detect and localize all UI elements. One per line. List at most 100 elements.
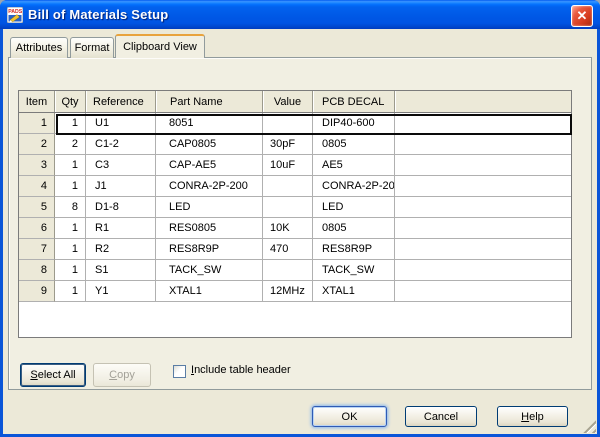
cell-filler[interactable] (395, 134, 571, 155)
cell-filler[interactable] (395, 155, 571, 176)
cell-part_name[interactable]: 8051 (156, 113, 263, 134)
tab-format-label: Format (75, 42, 110, 54)
cell-qty[interactable]: 1 (55, 155, 86, 176)
column-header-pcb-decal[interactable]: PCB DECAL (313, 91, 395, 112)
cell-reference[interactable]: U1 (86, 113, 156, 134)
tab-attributes-label: Attributes (16, 42, 62, 54)
cell-reference[interactable]: C3 (86, 155, 156, 176)
cell-item[interactable]: 8 (19, 260, 55, 281)
cell-reference[interactable]: S1 (86, 260, 156, 281)
cell-qty[interactable]: 1 (55, 113, 86, 134)
cell-part_name[interactable]: CONRA-2P-200 (156, 176, 263, 197)
cell-value[interactable] (263, 197, 313, 218)
cell-reference[interactable]: D1-8 (86, 197, 156, 218)
cell-value[interactable] (263, 260, 313, 281)
table-row[interactable]: 71R2RES8R9P470RES8R9P (19, 239, 571, 260)
table-header-row: Item Qty Reference Part Name Value PCB D… (19, 91, 571, 113)
bom-table: Item Qty Reference Part Name Value PCB D… (18, 90, 572, 338)
ok-button[interactable]: OK (312, 406, 387, 427)
cell-qty[interactable]: 2 (55, 134, 86, 155)
cell-reference[interactable]: R2 (86, 239, 156, 260)
cell-qty[interactable]: 8 (55, 197, 86, 218)
cell-item[interactable]: 6 (19, 218, 55, 239)
cell-reference[interactable]: J1 (86, 176, 156, 197)
select-all-button[interactable]: Select All (20, 363, 86, 387)
table-row[interactable]: 91Y1XTAL112MHzXTAL1 (19, 281, 571, 302)
column-header-reference[interactable]: Reference (86, 91, 156, 112)
include-table-header-checkbox[interactable] (173, 365, 186, 378)
copy-button[interactable]: Copy (93, 363, 151, 387)
cell-filler[interactable] (395, 281, 571, 302)
cell-item[interactable]: 2 (19, 134, 55, 155)
svg-text:PADS: PADS (8, 9, 23, 15)
table-row[interactable]: 81S1TACK_SWTACK_SW (19, 260, 571, 281)
cell-item[interactable]: 5 (19, 197, 55, 218)
cell-value[interactable] (263, 176, 313, 197)
cell-part_name[interactable]: RES0805 (156, 218, 263, 239)
cell-filler[interactable] (395, 260, 571, 281)
cell-reference[interactable]: R1 (86, 218, 156, 239)
cell-pcb_decal[interactable]: TACK_SW (313, 260, 395, 281)
table-row[interactable]: 41J1CONRA-2P-200CONRA-2P-200 (19, 176, 571, 197)
cell-pcb_decal[interactable]: RES8R9P (313, 239, 395, 260)
cell-item[interactable]: 3 (19, 155, 55, 176)
cell-value[interactable]: 12MHz (263, 281, 313, 302)
cell-pcb_decal[interactable]: CONRA-2P-200 (313, 176, 395, 197)
cell-qty[interactable]: 1 (55, 281, 86, 302)
cell-part_name[interactable]: CAP-AE5 (156, 155, 263, 176)
column-header-part-name[interactable]: Part Name (156, 91, 263, 112)
column-header-value[interactable]: Value (263, 91, 313, 112)
cell-filler[interactable] (395, 113, 571, 134)
cell-pcb_decal[interactable]: DIP40-600 (313, 113, 395, 134)
table-row[interactable]: 31C3CAP-AE510uFAE5 (19, 155, 571, 176)
column-header-qty[interactable]: Qty (55, 91, 86, 112)
cell-pcb_decal[interactable]: AE5 (313, 155, 395, 176)
cell-filler[interactable] (395, 239, 571, 260)
close-button[interactable]: ✕ (571, 5, 593, 27)
cell-part_name[interactable]: LED (156, 197, 263, 218)
tab-attributes[interactable]: Attributes (10, 37, 68, 58)
cell-pcb_decal[interactable]: LED (313, 197, 395, 218)
cell-qty[interactable]: 1 (55, 260, 86, 281)
column-header-item[interactable]: Item (19, 91, 55, 112)
cell-pcb_decal[interactable]: 0805 (313, 134, 395, 155)
cancel-button[interactable]: Cancel (405, 406, 477, 427)
include-table-header-label[interactable]: Include table header (191, 364, 291, 376)
cell-item[interactable]: 1 (19, 113, 55, 134)
cell-pcb_decal[interactable]: XTAL1 (313, 281, 395, 302)
cell-qty[interactable]: 1 (55, 218, 86, 239)
cell-part_name[interactable]: RES8R9P (156, 239, 263, 260)
tab-format[interactable]: Format (70, 37, 114, 58)
bill-of-materials-dialog: PADS Bill of Materials Setup ✕ Attribute… (0, 0, 600, 437)
cell-value[interactable]: 10uF (263, 155, 313, 176)
cell-qty[interactable]: 1 (55, 239, 86, 260)
cell-filler[interactable] (395, 218, 571, 239)
cell-filler[interactable] (395, 197, 571, 218)
cell-item[interactable]: 4 (19, 176, 55, 197)
table-row[interactable]: 11U18051DIP40-600 (19, 113, 571, 134)
cell-part_name[interactable]: CAP0805 (156, 134, 263, 155)
cell-reference[interactable]: Y1 (86, 281, 156, 302)
cell-value[interactable]: 30pF (263, 134, 313, 155)
table-row[interactable]: 61R1RES080510K0805 (19, 218, 571, 239)
cell-reference[interactable]: C1-2 (86, 134, 156, 155)
cell-part_name[interactable]: TACK_SW (156, 260, 263, 281)
cell-pcb_decal[interactable]: 0805 (313, 218, 395, 239)
column-header-blank (395, 91, 571, 112)
tab-clipboard-view-label: Clipboard View (123, 41, 197, 53)
cell-value[interactable] (263, 113, 313, 134)
help-button[interactable]: Help (497, 406, 568, 427)
cell-item[interactable]: 7 (19, 239, 55, 260)
cell-part_name[interactable]: XTAL1 (156, 281, 263, 302)
cell-value[interactable]: 10K (263, 218, 313, 239)
cell-item[interactable]: 9 (19, 281, 55, 302)
cell-value[interactable]: 470 (263, 239, 313, 260)
table-row[interactable]: 58D1-8LEDLED (19, 197, 571, 218)
grid-rows: 11U18051DIP40-60022C1-2CAP080530pF080531… (19, 113, 571, 302)
cell-qty[interactable]: 1 (55, 176, 86, 197)
tab-clipboard-view[interactable]: Clipboard View (115, 34, 205, 58)
title-bar[interactable]: PADS Bill of Materials Setup ✕ (0, 0, 600, 29)
cell-filler[interactable] (395, 176, 571, 197)
table-row[interactable]: 22C1-2CAP080530pF0805 (19, 134, 571, 155)
close-icon: ✕ (577, 8, 588, 23)
